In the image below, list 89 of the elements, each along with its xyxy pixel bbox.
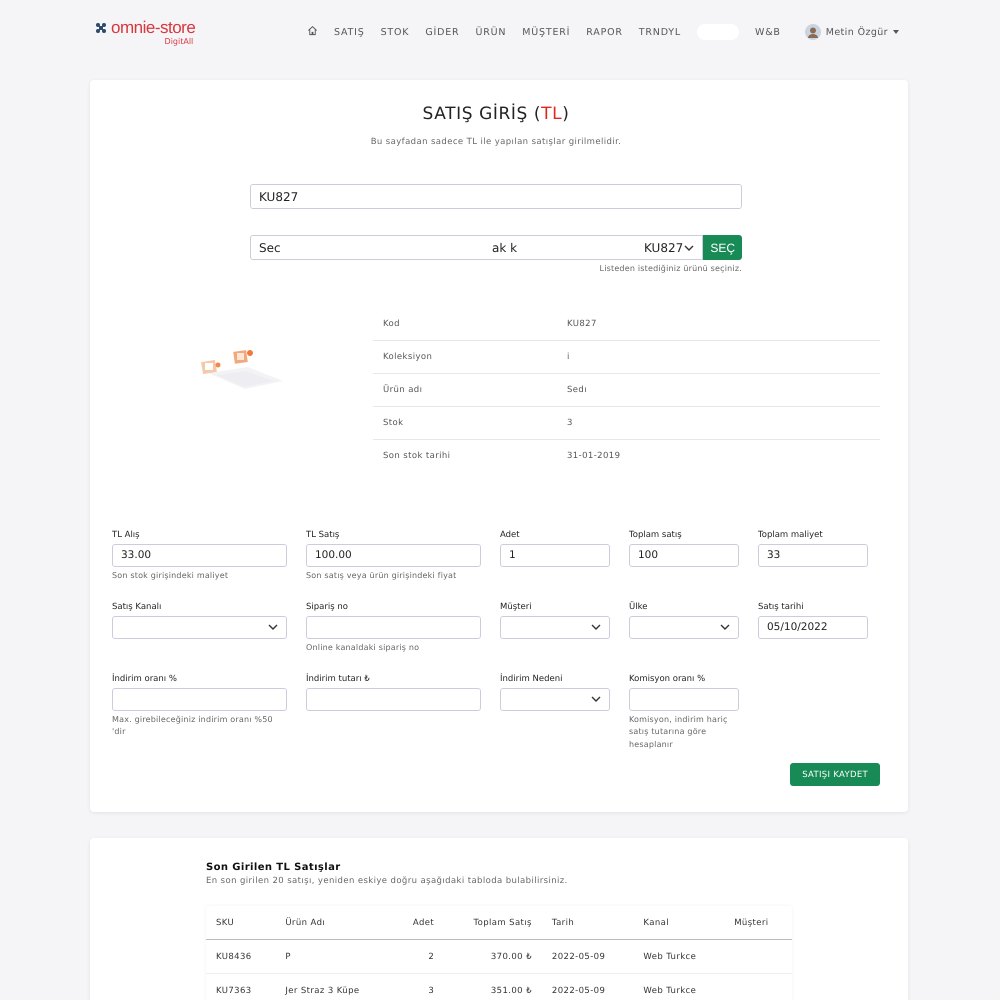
detail-label: Stok — [382, 418, 404, 428]
table-cell: 351.00 ₺ — [490, 986, 532, 996]
save-button[interactable]: SATIŞI KAYDET — [790, 763, 880, 786]
help-text: Listeden istediğiniz ürünü seçiniz. — [598, 263, 742, 275]
detail-value: 3 — [567, 418, 573, 428]
input-field[interactable]: 33 — [758, 544, 868, 566]
dropdown[interactable] — [112, 616, 287, 638]
select-button[interactable]: SEÇ — [703, 235, 742, 260]
nav-link[interactable]: RAPOR — [578, 26, 631, 38]
input-field[interactable] — [306, 688, 481, 710]
column-header: Kanal — [633, 906, 724, 940]
table-cell: KU8436 — [216, 952, 252, 962]
nav-link[interactable]: STOK — [372, 26, 418, 38]
field-label: Komisyon oranı % — [629, 674, 706, 684]
detail-label: Koleksiyon — [382, 352, 434, 362]
input-field[interactable] — [306, 616, 481, 638]
help-text: Max. girebileceğiniz indirim oranı %50 'dir — [112, 714, 274, 738]
detail-label: Ürün adı — [382, 384, 424, 394]
field-label: İndirim Nedeni — [500, 674, 564, 684]
logo-wordmark: omnie-store — [111, 18, 196, 38]
section-title: Son Girilen TL Satışlar — [206, 862, 342, 873]
column-header: Müşteri — [724, 906, 792, 940]
table-cell: Web Turkce — [643, 986, 696, 996]
input-field[interactable]: 1 — [500, 544, 610, 566]
field-label: Toplam maliyet — [758, 530, 824, 540]
help-text: Son satış veya ürün girişindeki fiyat — [306, 570, 458, 582]
help-text: Son stok girişindeki maliyet — [112, 570, 230, 582]
field-label: Ülke — [629, 602, 648, 612]
field-label: Satış Kanalı — [112, 602, 162, 612]
detail-value: 31-01-2019 — [567, 450, 620, 460]
page-subtitle: Bu sayfadan sadece TL ile yapılan satışlar girilmelidir. — [370, 137, 622, 147]
field-label: TL Satış — [306, 530, 340, 540]
column-header: Tarih — [542, 906, 634, 940]
logo-icon — [95, 22, 107, 34]
nav-link[interactable]: MÜŞTERİ — [514, 26, 578, 38]
field-label: Sipariş no — [306, 602, 349, 612]
field-label: Toplam satış — [629, 530, 683, 540]
dropdown[interactable] — [629, 616, 739, 638]
nav-link[interactable]: SATIŞ — [326, 26, 373, 38]
column-header: Ürün Adı — [275, 906, 393, 940]
detail-label: Son stok tarihi — [382, 450, 452, 460]
detail-label: Kod — [382, 318, 401, 328]
field-label: İndirim oranı % — [112, 674, 178, 684]
table-cell: 2022-05-09 — [552, 986, 606, 996]
nav-link[interactable]: ÜRÜN — [467, 26, 514, 38]
input-field[interactable]: 05/10/2022 — [758, 616, 868, 638]
product-dropdown[interactable]: Sec ak k KU827 — [250, 235, 704, 260]
column-header: Adet — [392, 906, 444, 940]
search-field[interactable]: KU827 — [250, 184, 742, 209]
chevron-down-icon — [591, 624, 601, 630]
input-field[interactable] — [112, 688, 287, 710]
nav-link[interactable]: W&B — [747, 26, 789, 38]
nav-link[interactable]: GİDER — [417, 26, 468, 38]
detail-value: KU827 — [567, 318, 597, 328]
page-title: SATIŞ GİRİŞ (TL) — [422, 104, 570, 124]
dropdown[interactable] — [500, 688, 610, 710]
input-field[interactable]: 33.00 — [112, 544, 287, 566]
input-field[interactable]: 100.00 — [306, 544, 481, 566]
detail-value: i — [567, 352, 570, 362]
field-label: Satış tarihi — [758, 602, 805, 612]
table-cell: KU7363 — [216, 986, 252, 996]
field-label: TL Alış — [112, 530, 141, 540]
table-cell: 370.00 ₺ — [490, 952, 532, 962]
user-menu[interactable]: Metin Özgür — [798, 23, 905, 41]
chevron-down-icon — [684, 244, 694, 250]
table-cell: 3 — [428, 986, 434, 996]
field-label: Adet — [500, 530, 521, 540]
input-field[interactable]: 100 — [629, 544, 739, 566]
chevron-down-icon — [720, 624, 730, 630]
table-cell: P — [285, 952, 291, 962]
table-cell: 2 — [428, 952, 434, 962]
detail-value: Sedı — [567, 384, 587, 394]
input-field[interactable] — [629, 688, 739, 710]
section-subtitle: En son girilen 20 satışı, yeniden eskiye doğru aşağıdaki tabloda bulabilirsiniz. — [206, 876, 569, 886]
column-header: Toplam Satış — [444, 906, 542, 940]
chevron-down-icon — [591, 696, 601, 702]
table-cell: Jer Straz 3 Küpe — [285, 986, 360, 996]
field-label: Müşteri — [500, 602, 533, 612]
chevron-down-icon — [268, 624, 278, 630]
help-text: Online kanaldaki sipariş no — [306, 642, 420, 654]
avatar-icon — [804, 24, 821, 40]
logo-subtitle: DigitAll — [164, 37, 194, 46]
field-label: İndirim tutarı ₺ — [306, 674, 371, 684]
nav-link[interactable]: TRNDYL — [630, 26, 689, 38]
table-cell: Web Turkce — [643, 952, 696, 962]
column-header: SKU — [206, 906, 276, 940]
help-text: Komisyon, indirim hariç satış tutarına göre hesaplanır — [629, 714, 729, 751]
table-cell: 2022-05-09 — [552, 952, 606, 962]
dropdown[interactable] — [500, 616, 610, 638]
